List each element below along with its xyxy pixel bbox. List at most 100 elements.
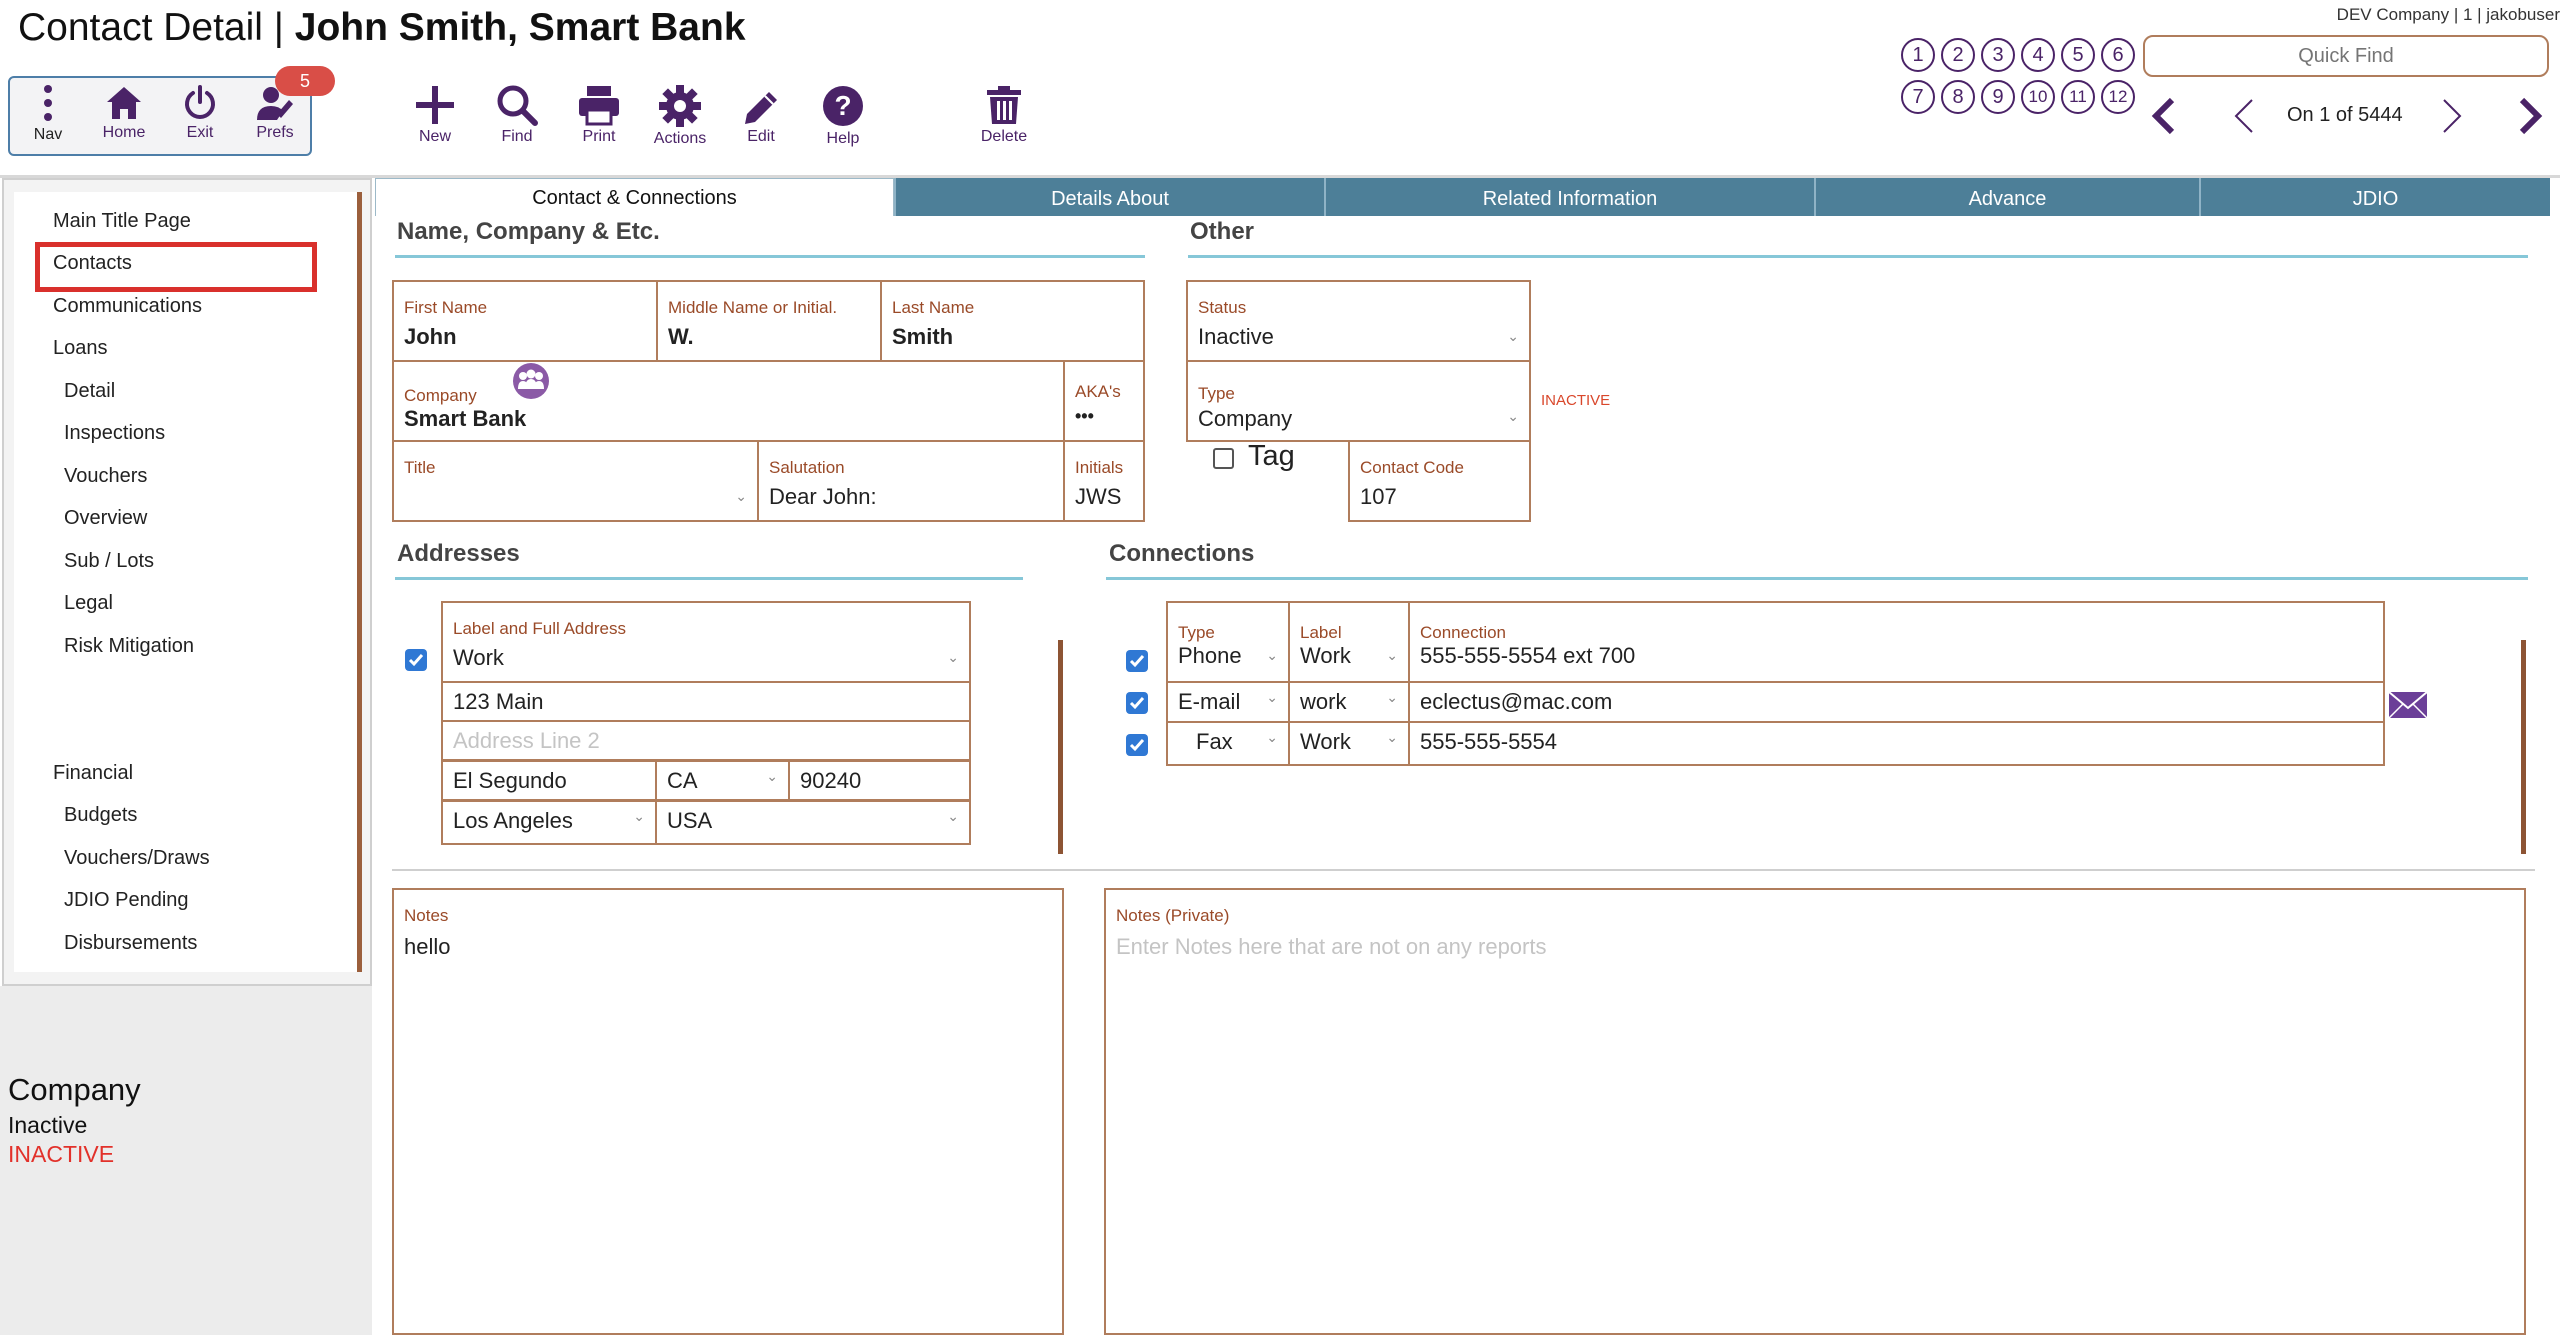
page-title-record: John Smith, Smart Bank [294,6,746,49]
tab-advance[interactable]: Advance [1814,178,2199,216]
actions-button[interactable]: Actions [650,84,710,148]
akas-field[interactable]: AKA's ••• [1063,360,1145,442]
sidebar-item-financial[interactable]: Financial [53,762,133,785]
page-button-10[interactable]: 10 [2021,80,2055,114]
sidebar-item-disbursements[interactable]: Disbursements [64,932,197,955]
page-button-12[interactable]: 12 [2101,80,2135,114]
initials-field[interactable]: Initials JWS [1063,440,1145,522]
print-button[interactable]: Print [572,84,626,146]
sidebar-item-jdio-pending[interactable]: JDIO Pending [64,889,189,912]
tag-checkbox[interactable] [1213,448,1234,469]
address-line1-input[interactable]: 123 Main [441,681,971,722]
addresses-scrollbar[interactable] [1058,640,1063,854]
first-name-field[interactable]: First Name John [392,280,658,362]
connections-scrollbar[interactable] [2521,640,2526,854]
company-people-button[interactable] [512,362,550,405]
country-select[interactable]: USA ⌄ [655,800,971,845]
last-name-field[interactable]: Last Name Smith [880,280,1145,362]
connection-label-select-3[interactable]: Work ⌄ [1288,721,1410,766]
sidebar-item-risk-mitigation[interactable]: Risk Mitigation [64,635,194,658]
connection-active-checkbox-2[interactable] [1126,692,1148,714]
connection-active-checkbox-3[interactable] [1126,734,1148,756]
chevron-right-icon [2443,99,2462,133]
sidebar-item-vouchers[interactable]: Vouchers [64,465,147,488]
address-label-label: Label and Full Address [453,619,626,638]
edit-button[interactable]: Edit [734,84,788,146]
page-button-8[interactable]: 8 [1941,80,1975,114]
sidebar-item-main-title-page[interactable]: Main Title Page [53,210,191,233]
connection-type-select-2[interactable]: E-mail ⌄ [1166,681,1290,723]
sidebar-item-sub-lots[interactable]: Sub / Lots [64,550,154,573]
checkmark-icon [408,654,424,667]
help-button[interactable]: ? Help [816,84,870,148]
send-email-button[interactable] [2388,690,2428,725]
next-record-button[interactable] [2438,96,2466,141]
connection-value-input-1[interactable]: Connection 555-555-5554 ext 700 [1408,601,2385,683]
tab-related-information[interactable]: Related Information [1324,178,1814,216]
contact-code-field[interactable]: Contact Code 107 [1348,440,1531,522]
notes-textarea[interactable]: Notes hello [392,888,1064,1335]
tab-jdio[interactable]: JDIO [2199,178,2550,216]
middle-name-field[interactable]: Middle Name or Initial. W. [656,280,882,362]
home-button[interactable]: Home [98,84,150,142]
sidebar-item-loans[interactable]: Loans [53,337,108,360]
page-button-4[interactable]: 4 [2021,38,2055,72]
sidebar-item-vouchers-draws[interactable]: Vouchers/Draws [64,847,210,870]
state-select[interactable]: CA ⌄ [655,760,790,801]
sidebar-item-communications[interactable]: Communications [53,295,202,318]
connection-value-input-2[interactable]: eclectus@mac.com [1408,681,2385,723]
connection-value-input-3[interactable]: 555-555-5554 [1408,721,2385,766]
type-select[interactable]: Type Company ⌄ [1186,360,1531,442]
page-button-9[interactable]: 9 [1981,80,2015,114]
quick-find-input[interactable] [2143,35,2549,77]
status-select[interactable]: Status Inactive ⌄ [1186,280,1531,362]
sidebar-item-inspections[interactable]: Inspections [64,422,165,445]
contact-code-label: Contact Code [1360,458,1464,477]
power-icon [185,85,215,119]
connection-label-select-1[interactable]: Label Work ⌄ [1288,601,1410,683]
tab-details-about[interactable]: Details About [894,178,1324,216]
exit-button[interactable]: Exit [180,84,220,142]
initials-label: Initials [1075,458,1124,477]
address-label-select[interactable]: Label and Full Address Work ⌄ [441,601,971,683]
first-record-button[interactable] [2150,96,2178,141]
contact-code-value: 107 [1360,484,1397,509]
nav-button[interactable]: Nav [28,84,68,144]
title-select[interactable]: Title ⌄ [392,440,759,522]
page-button-1[interactable]: 1 [1901,38,1935,72]
checkmark-icon [1129,739,1145,752]
zip-input[interactable]: 90240 [788,760,971,801]
sidebar-item-detail[interactable]: Detail [64,380,115,403]
page-button-7[interactable]: 7 [1901,80,1935,114]
page-button-2[interactable]: 2 [1941,38,1975,72]
connection-label-select-2[interactable]: work ⌄ [1288,681,1410,723]
sidebar-item-legal[interactable]: Legal [64,592,113,615]
tab-contact-connections[interactable]: Contact & Connections [375,178,894,216]
delete-button[interactable]: Delete [974,84,1034,146]
address-active-checkbox[interactable] [405,649,427,671]
page-button-5[interactable]: 5 [2061,38,2095,72]
address-line2-input[interactable]: Address Line 2 [441,720,971,761]
page-button-6[interactable]: 6 [2101,38,2135,72]
company-field[interactable]: Company Smart Bank [392,360,1065,442]
sidebar-item-budgets[interactable]: Budgets [64,804,137,827]
salutation-field[interactable]: Salutation Dear John: [757,440,1065,522]
city-input[interactable]: El Segundo [441,760,657,801]
previous-record-button[interactable] [2230,96,2258,141]
connection-active-checkbox-1[interactable] [1126,650,1148,672]
summary-type: Company [8,1072,141,1107]
connection-type-select-1[interactable]: Type Phone ⌄ [1166,601,1290,683]
connection-type-select-3[interactable]: Fax ⌄ [1166,721,1290,766]
company-value: Smart Bank [404,406,527,431]
page-button-3[interactable]: 3 [1981,38,2015,72]
sidebar-item-contacts[interactable]: Contacts [53,252,132,275]
new-button[interactable]: New [408,84,462,146]
private-notes-textarea[interactable]: Notes (Private) Enter Notes here that ar… [1104,888,2526,1335]
county-select[interactable]: Los Angeles ⌄ [441,800,657,845]
last-record-button[interactable] [2516,96,2544,141]
delete-label: Delete [980,128,1028,145]
sidebar-item-overview[interactable]: Overview [64,507,147,530]
find-button[interactable]: Find [490,84,544,146]
page-button-11[interactable]: 11 [2061,80,2095,114]
private-notes-label: Notes (Private) [1116,906,1230,925]
